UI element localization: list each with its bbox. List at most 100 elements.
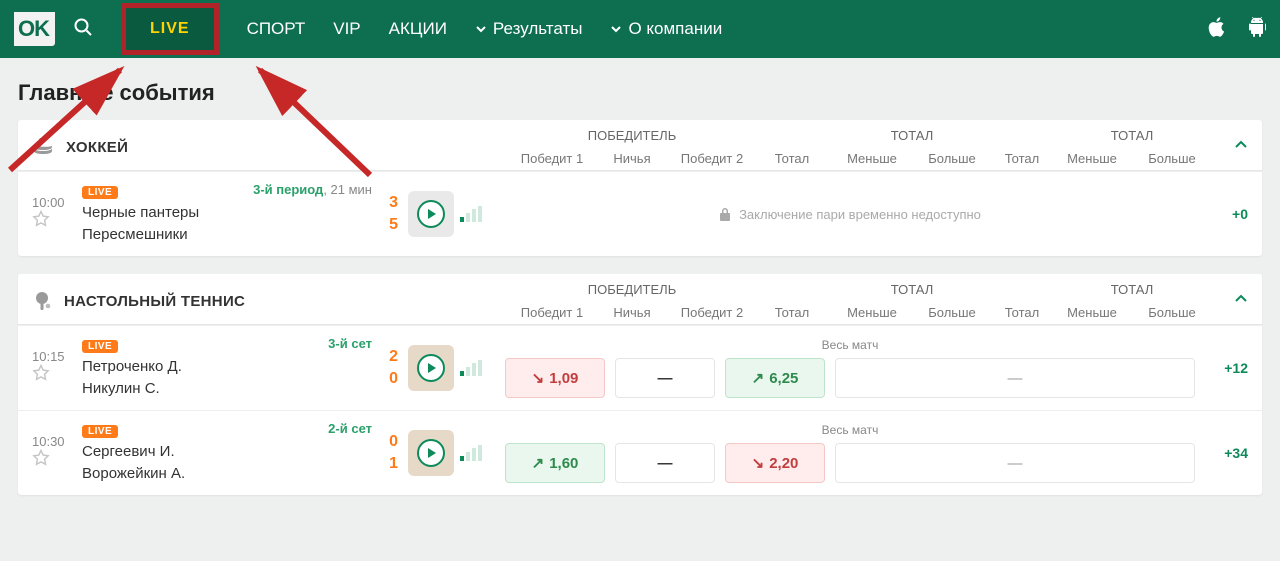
- collapse-icon[interactable]: [1234, 138, 1248, 157]
- col-draw: Ничья: [592, 147, 672, 170]
- odd-totals-empty: —: [835, 358, 1195, 398]
- team1: Черные пантеры: [82, 202, 372, 224]
- odd-totals-empty: —: [835, 443, 1195, 483]
- match-period: 3-й сет: [328, 336, 372, 351]
- match-period: 2-й сет: [328, 421, 372, 436]
- match-info[interactable]: LIVE 3-й период, 21 мин Черные пантеры П…: [82, 182, 372, 246]
- odds-area: Весь матч ↗1,60 — ↘2,20 —: [496, 423, 1204, 483]
- pingpong-icon: [32, 291, 52, 311]
- nav-sport[interactable]: СПОРТ: [247, 19, 306, 39]
- col-over: Больше: [912, 147, 992, 170]
- team2: Никулин С.: [82, 378, 372, 400]
- odd-win1[interactable]: ↘1,09: [505, 358, 605, 398]
- sport-name: НАСТОЛЬНЫЙ ТЕННИС: [64, 293, 245, 310]
- match-period: 3-й период, 21 мин: [253, 182, 372, 197]
- col-over: Больше: [1132, 301, 1212, 324]
- os-links: [1208, 17, 1266, 42]
- stream-thumbnail[interactable]: [408, 345, 454, 391]
- odds-scope: Весь матч: [822, 338, 879, 352]
- col-draw: Ничья: [592, 301, 672, 324]
- live-badge: LIVE: [82, 425, 118, 438]
- sport-header: ХОККЕЙ ПОБЕДИТЕЛЬ ТОТАЛ ТОТАЛ Победит 1 …: [18, 120, 1262, 171]
- stats-icon[interactable]: [460, 445, 482, 461]
- stream-thumbnail[interactable]: [408, 191, 454, 237]
- nav-results[interactable]: Результаты: [475, 19, 583, 39]
- site-logo[interactable]: OK: [14, 12, 55, 46]
- favorite-icon[interactable]: [32, 454, 50, 471]
- arrow-up-icon: ↗: [752, 369, 765, 387]
- odds-scope: Весь матч: [822, 423, 879, 437]
- arrow-down-icon: ↘: [532, 369, 545, 387]
- col-group-total2: ТОТАЛ: [1052, 124, 1212, 147]
- col-under: Меньше: [832, 301, 912, 324]
- page-title: Главные события: [18, 80, 1262, 106]
- col-group-winner: ПОБЕДИТЕЛЬ: [512, 278, 752, 301]
- collapse-icon[interactable]: [1234, 292, 1248, 311]
- score1: 3: [372, 192, 398, 214]
- odds-area: Весь матч ↘1,09 — ↗6,25 —: [496, 338, 1204, 398]
- apple-icon[interactable]: [1208, 17, 1226, 42]
- favorite-icon[interactable]: [32, 369, 50, 386]
- score2: 0: [372, 368, 398, 390]
- col-group-total2: ТОТАЛ: [1052, 278, 1212, 301]
- odd-draw[interactable]: —: [615, 443, 715, 483]
- match-time-col: 10:00: [32, 195, 82, 233]
- chevron-down-icon: [475, 23, 487, 35]
- favorite-icon[interactable]: [32, 215, 50, 232]
- odd-draw[interactable]: —: [615, 358, 715, 398]
- nav-vip[interactable]: VIP: [333, 19, 360, 39]
- live-badge: LIVE: [82, 340, 118, 353]
- match-row: 10:30 LIVE 2-й сет Сергеевич И. Ворожейк…: [18, 410, 1262, 495]
- column-headers: ПОБЕДИТЕЛЬ ТОТАЛ ТОТАЛ Победит 1 Ничья П…: [512, 278, 1212, 324]
- sport-name: ХОККЕЙ: [66, 139, 128, 156]
- main-nav: LIVE СПОРТ VIP АКЦИИ Результаты О компан…: [121, 3, 1208, 55]
- col-group-winner: ПОБЕДИТЕЛЬ: [512, 124, 752, 147]
- col-total: Тотал: [752, 301, 832, 324]
- score1: 0: [372, 431, 398, 453]
- betting-locked: Заключение пари временно недоступно: [496, 207, 1204, 222]
- match-time: 10:00: [32, 195, 82, 210]
- live-badge: LIVE: [82, 186, 118, 199]
- odd-win1[interactable]: ↗1,60: [505, 443, 605, 483]
- match-info[interactable]: LIVE 2-й сет Сергеевич И. Ворожейкин А.: [82, 421, 372, 485]
- more-markets[interactable]: +34: [1204, 445, 1248, 461]
- sport-block-hockey: ХОККЕЙ ПОБЕДИТЕЛЬ ТОТАЛ ТОТАЛ Победит 1 …: [18, 120, 1262, 256]
- nav-promo[interactable]: АКЦИИ: [389, 19, 447, 39]
- more-markets[interactable]: +0: [1204, 206, 1248, 222]
- page-content: Главные события ХОККЕЙ ПОБЕДИТЕЛЬ ТОТАЛ …: [0, 58, 1280, 531]
- more-markets[interactable]: +12: [1204, 360, 1248, 376]
- top-navbar: OK LIVE СПОРТ VIP АКЦИИ Результаты О ком…: [0, 0, 1280, 58]
- col-total: Тотал: [992, 301, 1052, 324]
- team1: Петроченко Д.: [82, 356, 372, 378]
- team1: Сергеевич И.: [82, 441, 372, 463]
- play-icon: [417, 439, 445, 467]
- stream-thumbnail[interactable]: [408, 430, 454, 476]
- match-time: 10:30: [32, 434, 82, 449]
- col-empty: [752, 124, 832, 147]
- scores: 2 0: [372, 346, 398, 390]
- match-info[interactable]: LIVE 3-й сет Петроченко Д. Никулин С.: [82, 336, 372, 400]
- stats-icon[interactable]: [460, 206, 482, 222]
- col-over: Больше: [1132, 147, 1212, 170]
- col-under: Меньше: [832, 147, 912, 170]
- teams: Черные пантеры Пересмешники: [82, 202, 372, 246]
- play-icon: [417, 354, 445, 382]
- nav-about[interactable]: О компании: [610, 19, 722, 39]
- col-empty: [752, 278, 832, 301]
- android-icon[interactable]: [1248, 17, 1266, 42]
- scores: 0 1: [372, 431, 398, 475]
- odds-row: ↘1,09 — ↗6,25 —: [505, 358, 1195, 398]
- search-icon[interactable]: [73, 17, 93, 42]
- sport-block-tabletennis: НАСТОЛЬНЫЙ ТЕННИС ПОБЕДИТЕЛЬ ТОТАЛ ТОТАЛ…: [18, 274, 1262, 495]
- nav-live[interactable]: LIVE: [121, 3, 219, 55]
- match-row: 10:00 LIVE 3-й период, 21 мин Черные пан…: [18, 171, 1262, 256]
- score1: 2: [372, 346, 398, 368]
- stats-icon[interactable]: [460, 360, 482, 376]
- col-win2: Победит 2: [672, 301, 752, 324]
- odd-win2[interactable]: ↗6,25: [725, 358, 825, 398]
- score2: 5: [372, 214, 398, 236]
- col-total: Тотал: [752, 147, 832, 170]
- odd-win2[interactable]: ↘2,20: [725, 443, 825, 483]
- match-time-col: 10:30: [32, 434, 82, 472]
- col-empty: [992, 278, 1052, 301]
